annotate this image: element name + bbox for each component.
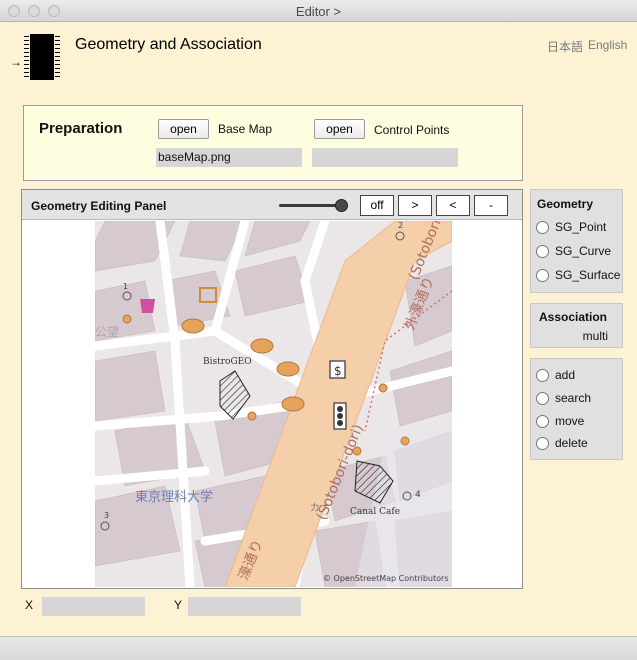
geometry-type-panel: Geometry SG_Point SG_Curve SG_Surface [530, 189, 623, 293]
radio-sg-curve[interactable]: SG_Curve [536, 244, 611, 260]
open-base-map-button[interactable]: open [158, 119, 209, 139]
control-points-file-field[interactable] [312, 148, 458, 167]
radio-search[interactable]: search [536, 391, 591, 407]
svg-text:東京理科大学: 東京理科大学 [135, 489, 213, 505]
preparation-title: Preparation [39, 120, 123, 137]
svg-text:3: 3 [104, 511, 109, 520]
geometry-editing-panel: Geometry Editing Panel off > < - $ 1 2 3… [21, 189, 523, 589]
control-points-label: Control Points [374, 123, 450, 137]
geometry-title: Geometry [537, 197, 594, 211]
radio-sg-point[interactable]: SG_Point [536, 220, 606, 236]
base-map-label: Base Map [218, 122, 273, 136]
svg-text:4: 4 [415, 490, 421, 500]
minus-button[interactable]: - [474, 195, 508, 216]
association-panel: Association multi [530, 303, 623, 348]
app-body: → Geometry and Association 日本語 English P… [0, 22, 637, 636]
radio-icon[interactable] [536, 437, 549, 450]
next-button[interactable]: > [398, 195, 432, 216]
base-map-canvas[interactable]: $ 1 2 3 4 外濠通り (Sotobori-dori) (Sotobori… [95, 221, 452, 587]
actions-panel: add search move delete [530, 358, 623, 460]
radio-icon[interactable] [536, 415, 549, 428]
preparation-panel: Preparation open Base Map open Control P… [23, 105, 523, 181]
editing-panel-toolbar: Geometry Editing Panel off > < - [22, 190, 522, 220]
x-coordinate-field[interactable] [42, 597, 145, 616]
radio-delete[interactable]: delete [536, 436, 588, 452]
radio-move[interactable]: move [536, 414, 584, 430]
association-title: Association [539, 310, 608, 324]
svg-text:BistroGEO: BistroGEO [203, 357, 252, 367]
y-coordinate-label: Y [174, 598, 183, 612]
arrow-icon: → [10, 55, 22, 69]
radio-icon[interactable] [536, 221, 549, 234]
status-bar [0, 636, 637, 660]
editing-panel-title: Geometry Editing Panel [31, 199, 167, 213]
window-titlebar: Editor > [0, 0, 637, 22]
language-japanese-link[interactable]: 日本語 [547, 38, 583, 55]
language-english-link[interactable]: English [588, 38, 627, 52]
open-control-points-button[interactable]: open [314, 119, 365, 139]
window-title: Editor > [295, 4, 342, 19]
base-map-file-field[interactable]: baseMap.png [156, 148, 302, 167]
svg-text:2: 2 [398, 221, 403, 230]
x-coordinate-label: X [25, 598, 34, 612]
svg-text:公望: 公望 [95, 325, 119, 339]
radio-icon[interactable] [536, 392, 549, 405]
off-button[interactable]: off [360, 195, 394, 216]
association-value[interactable]: multi [583, 329, 608, 343]
radio-icon[interactable] [536, 245, 549, 258]
app-title: Geometry and Association [75, 36, 262, 53]
radio-icon[interactable] [536, 269, 549, 282]
opacity-slider-knob[interactable] [335, 199, 348, 212]
svg-text:$: $ [334, 364, 342, 378]
previous-button[interactable]: < [436, 195, 470, 216]
radio-sg-surface[interactable]: SG_Surface [536, 268, 620, 284]
radio-icon[interactable] [536, 369, 549, 382]
map-credit: © OpenStreetMap Contributors [323, 574, 448, 583]
svg-text:カナ: カナ [310, 502, 330, 514]
y-coordinate-field[interactable] [188, 597, 301, 616]
radio-add[interactable]: add [536, 368, 575, 384]
svg-text:1: 1 [123, 282, 128, 291]
opacity-slider-track[interactable] [279, 204, 343, 207]
svg-text:Canal Cafe: Canal Cafe [350, 507, 400, 517]
